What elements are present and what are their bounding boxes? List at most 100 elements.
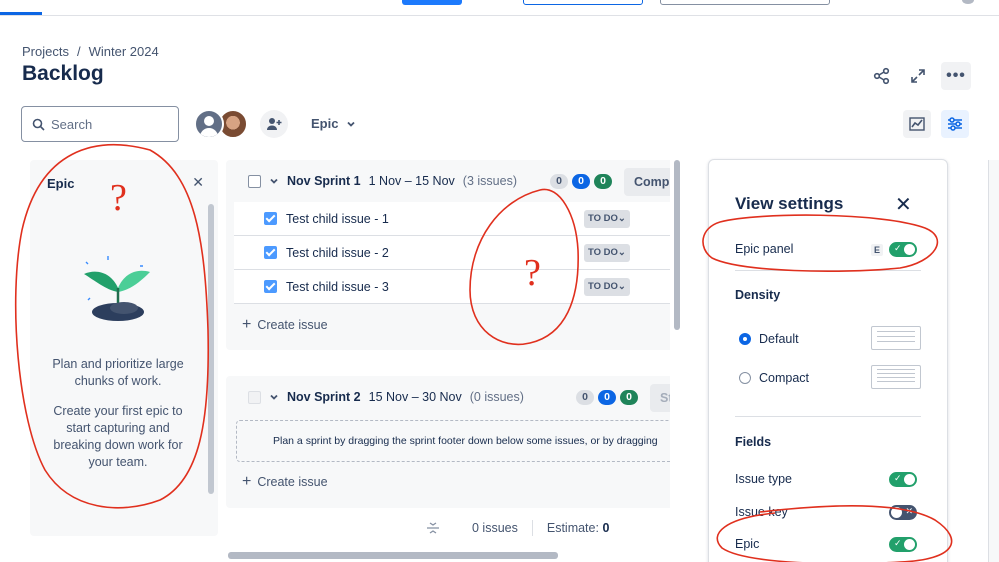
epic-filter-dropdown[interactable]: Epic bbox=[311, 116, 356, 131]
backlog-issue-count: 0 issues bbox=[472, 521, 518, 535]
primary-nav-button[interactable] bbox=[402, 0, 462, 5]
breadcrumb-projects[interactable]: Projects bbox=[22, 44, 69, 59]
chevron-down-icon[interactable] bbox=[269, 392, 279, 402]
nav-outline-button[interactable] bbox=[523, 0, 643, 5]
issue-status: TO DO bbox=[588, 281, 618, 292]
sprint-header[interactable]: Nov Sprint 2 15 Nov – 30 Nov (0 issues) bbox=[248, 390, 524, 404]
backlog-footer: 0 issues Estimate: 0 bbox=[426, 520, 609, 536]
view-settings-panel: View settings ✕ Epic panel E ✓ Density D… bbox=[708, 159, 948, 562]
view-settings-button[interactable] bbox=[941, 110, 969, 138]
field-issue-key-label: Issue key bbox=[735, 505, 788, 519]
add-person-icon bbox=[267, 118, 282, 130]
backlog-horizontal-scrollbar[interactable] bbox=[228, 552, 558, 559]
epic-panel-title: Epic bbox=[47, 176, 75, 191]
divider bbox=[735, 270, 921, 271]
start-sprint-button[interactable]: St bbox=[650, 384, 670, 412]
done-count-badge: 0 bbox=[620, 390, 638, 405]
density-line bbox=[877, 341, 915, 342]
chevron-down-icon[interactable] bbox=[269, 176, 279, 186]
sprint-name: Nov Sprint 2 bbox=[287, 390, 361, 404]
nav-search-field[interactable] bbox=[660, 0, 830, 5]
issue-title[interactable]: Test child issue - 1 bbox=[286, 212, 389, 226]
issue-status: TO DO bbox=[588, 213, 618, 224]
profile-avatar[interactable] bbox=[962, 0, 974, 4]
check-icon: ✓ bbox=[894, 473, 902, 483]
issue-row[interactable]: Test child issue - 2 TO DO⌄ bbox=[234, 236, 670, 270]
divider bbox=[735, 416, 921, 417]
todo-count-badge: 0 bbox=[550, 174, 568, 189]
field-issue-type-toggle[interactable]: ✓ bbox=[889, 472, 917, 487]
close-icon[interactable]: ✕ bbox=[895, 192, 912, 217]
sliders-icon bbox=[948, 117, 962, 131]
epic-panel-scrollbar[interactable] bbox=[208, 204, 214, 494]
issue-title[interactable]: Test child issue - 2 bbox=[286, 246, 389, 260]
backlog-vertical-scrollbar[interactable] bbox=[674, 160, 680, 330]
epic-filter-label: Epic bbox=[311, 116, 339, 131]
page-title: Backlog bbox=[22, 62, 104, 85]
add-people-button[interactable] bbox=[260, 110, 288, 138]
right-edge-panel bbox=[988, 160, 999, 562]
field-epic-toggle[interactable]: ✓ bbox=[889, 537, 917, 552]
breadcrumb: Projects / Winter 2024 bbox=[22, 44, 159, 59]
issue-status-dropdown[interactable]: TO DO⌄ bbox=[584, 210, 630, 228]
complete-sprint-button[interactable]: Compl bbox=[624, 168, 670, 196]
density-compact-label[interactable]: Compact bbox=[759, 371, 809, 385]
sprint-select-checkbox[interactable] bbox=[248, 390, 261, 404]
view-settings-title: View settings bbox=[735, 194, 844, 213]
issue-row[interactable]: Test child issue - 3 TO DO⌄ bbox=[234, 270, 670, 304]
density-line bbox=[877, 373, 915, 374]
avatar[interactable] bbox=[194, 109, 224, 139]
drag-handle-icon[interactable] bbox=[426, 521, 440, 535]
footer-divider bbox=[531, 520, 533, 536]
breadcrumb-separator: / bbox=[76, 44, 81, 59]
insights-button[interactable] bbox=[903, 110, 931, 138]
field-issue-type-label: Issue type bbox=[735, 472, 792, 486]
search-input[interactable]: Search bbox=[21, 106, 179, 142]
toggle-knob bbox=[904, 244, 915, 255]
density-heading: Density bbox=[735, 288, 781, 302]
chevron-down-icon bbox=[347, 121, 356, 127]
breadcrumb-current[interactable]: Winter 2024 bbox=[89, 44, 159, 59]
active-tab-indicator bbox=[0, 12, 42, 15]
field-issue-key-toggle[interactable]: ✕ bbox=[889, 505, 917, 520]
search-placeholder: Search bbox=[51, 116, 93, 132]
issue-type-icon bbox=[264, 280, 277, 293]
density-compact-icon bbox=[871, 365, 921, 389]
issue-row[interactable]: Test child issue - 1 TO DO⌄ bbox=[234, 202, 670, 236]
header-actions: ••• bbox=[869, 62, 971, 90]
check-icon: ✓ bbox=[894, 243, 902, 253]
density-line bbox=[877, 369, 915, 370]
issue-type-icon bbox=[264, 246, 277, 259]
create-issue-button[interactable]: + Create issue bbox=[242, 316, 328, 334]
check-icon: ✓ bbox=[894, 538, 902, 548]
density-default-radio[interactable] bbox=[739, 333, 751, 345]
right-tools bbox=[903, 110, 969, 138]
assignee-avatars bbox=[194, 109, 248, 139]
search-icon bbox=[32, 118, 45, 131]
sprint-status-badges: 0 0 0 bbox=[550, 174, 612, 189]
sprint-header[interactable]: Nov Sprint 1 1 Nov – 15 Nov (3 issues) bbox=[248, 174, 517, 188]
close-icon[interactable]: ✕ bbox=[192, 174, 204, 191]
epic-panel-toggle[interactable]: ✓ bbox=[889, 242, 917, 257]
more-actions-button[interactable]: ••• bbox=[941, 62, 971, 90]
sprint-select-checkbox[interactable] bbox=[248, 174, 261, 188]
density-compact-radio[interactable] bbox=[739, 372, 751, 384]
sprout-illustration-icon bbox=[84, 256, 150, 321]
create-issue-button[interactable]: + Create issue bbox=[242, 473, 328, 491]
chart-icon bbox=[909, 117, 925, 131]
plus-icon: + bbox=[242, 473, 252, 490]
field-epic-label: Epic bbox=[735, 537, 760, 551]
density-default-icon bbox=[871, 326, 921, 350]
issue-status-dropdown[interactable]: TO DO⌄ bbox=[584, 278, 630, 296]
share-icon[interactable] bbox=[869, 63, 895, 89]
issue-status: TO DO bbox=[588, 247, 618, 258]
density-line bbox=[877, 381, 915, 382]
keyboard-shortcut: E bbox=[871, 244, 884, 256]
sprint-issue-count: (0 issues) bbox=[469, 390, 524, 404]
issue-title[interactable]: Test child issue - 3 bbox=[286, 280, 389, 294]
expand-icon[interactable] bbox=[905, 63, 931, 89]
epic-empty-message: Plan and prioritize large chunks of work… bbox=[52, 357, 184, 388]
create-issue-label: Create issue bbox=[257, 318, 328, 332]
issue-status-dropdown[interactable]: TO DO⌄ bbox=[584, 244, 630, 262]
density-default-label[interactable]: Default bbox=[759, 332, 799, 346]
